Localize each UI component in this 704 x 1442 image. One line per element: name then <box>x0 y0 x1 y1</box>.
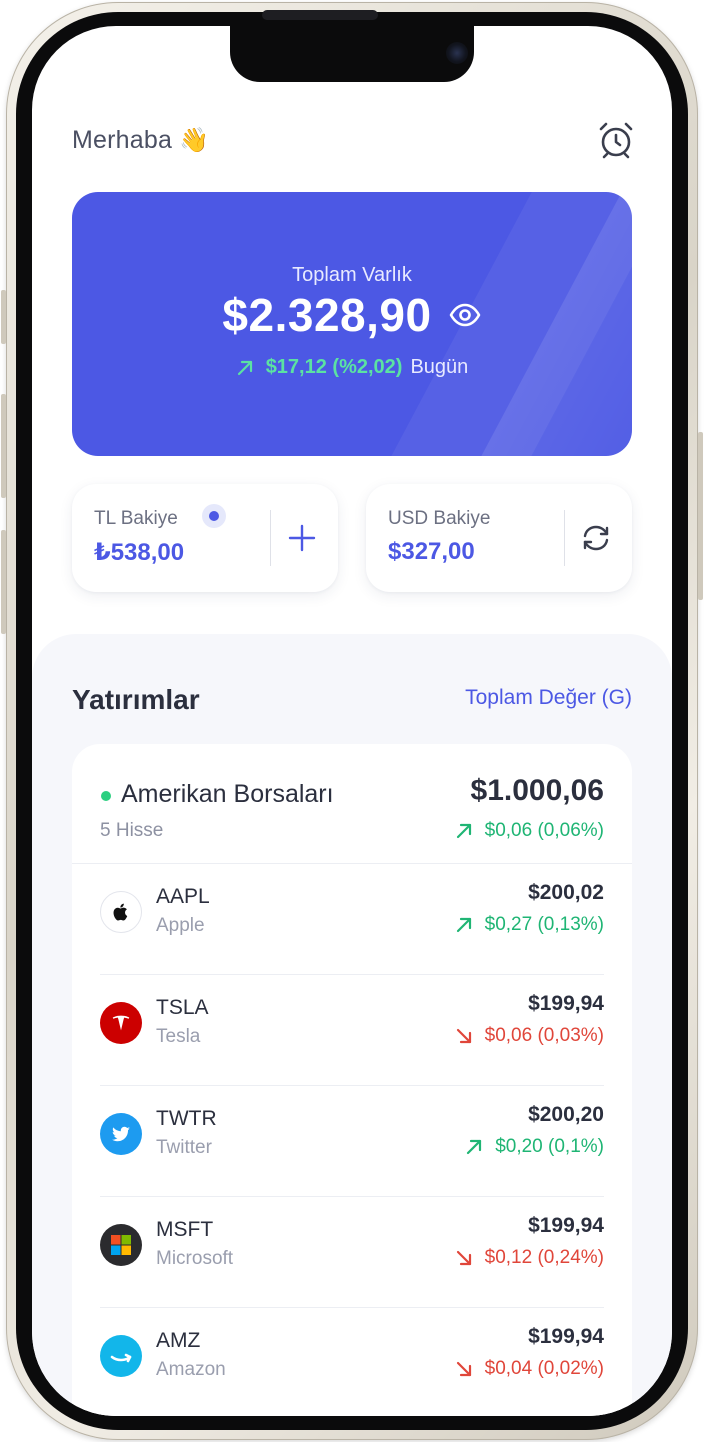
stock-change-value: $0,12 (0,24%) <box>484 1247 604 1268</box>
stock-symbol: AAPL <box>156 885 210 908</box>
divider <box>564 510 565 566</box>
stock-price: $200,02 <box>528 881 604 904</box>
arrow-down-right-icon <box>456 1250 471 1266</box>
notch <box>230 26 474 82</box>
investments-list: Amerikan Borsaları 5 Hisse $1.000,06 $0,… <box>72 744 632 1416</box>
stock-name: Tesla <box>156 1026 201 1047</box>
investments-title: Yatırımlar <box>72 684 200 715</box>
arrow-down-right-icon <box>456 1028 471 1044</box>
arrow-up-right-icon <box>456 823 471 839</box>
stock-price: $199,94 <box>528 1325 604 1348</box>
volume-down-button <box>1 530 6 634</box>
stock-row-tsla[interactable]: TSLA Tesla $199,94 $0,06 (0,03%) <box>100 975 604 1086</box>
stock-price: $199,94 <box>528 992 604 1015</box>
market-status-dot <box>101 791 111 801</box>
stock-price: $199,94 <box>528 1214 604 1237</box>
stock-change-value: $0,04 (0,02%) <box>484 1358 604 1379</box>
market-group-count: 5 Hisse <box>100 820 164 841</box>
stock-change: $0,27 (0,13%) <box>455 914 604 936</box>
tl-balance-value: ₺538,00 <box>94 539 185 566</box>
stock-name: Microsoft <box>156 1248 234 1269</box>
stock-price: $200,20 <box>528 1103 604 1126</box>
usd-balance-label: USD Bakiye <box>388 508 491 529</box>
stock-row-twtr[interactable]: TWTR Twitter $200,20 $0,20 (0,1%) <box>100 1086 604 1197</box>
market-group-total: $1.000,06 <box>470 774 604 807</box>
usd-balance-card[interactable]: USD Bakiye $327,00 <box>366 484 632 592</box>
amazon-logo-icon <box>100 1335 142 1377</box>
front-camera <box>446 42 468 64</box>
volume-up-button <box>1 394 6 498</box>
market-group-header[interactable]: Amerikan Borsaları 5 Hisse $1.000,06 $0,… <box>72 744 632 864</box>
investments-section: Yatırımlar Toplam Değer (G) Amerikan Bor… <box>32 634 672 1416</box>
power-button <box>698 432 703 600</box>
stock-change: $0,04 (0,02%) <box>455 1358 604 1380</box>
microsoft-logo-icon <box>100 1224 142 1266</box>
earpiece-speaker <box>262 10 378 20</box>
apple-logo-icon <box>100 891 142 933</box>
arrow-up-right-icon <box>467 1139 482 1155</box>
stock-symbol: TWTR <box>156 1107 217 1130</box>
total-assets-card: Toplam Varlık $2.328,90 $17,12 (%2,02) B… <box>72 192 632 456</box>
usd-balance-value: $327,00 <box>388 538 475 565</box>
tl-balance-card[interactable]: TL Bakiye ₺538,00 <box>72 484 338 592</box>
market-group-change: $0,06 (0,06%) <box>455 820 604 842</box>
stock-change-value: $0,27 (0,13%) <box>484 914 604 935</box>
arrow-up-right-icon <box>456 917 471 933</box>
stock-name: Amazon <box>156 1359 226 1380</box>
stock-change: $0,06 (0,03%) <box>455 1025 604 1047</box>
daily-change-period: Bugün <box>410 356 469 378</box>
stock-row-aapl[interactable]: AAPL Apple $200,02 $0,27 (0,13%) <box>100 864 604 975</box>
market-group-name: Amerikan Borsaları <box>121 780 334 808</box>
eye-icon[interactable] <box>448 298 482 332</box>
greeting-label: Merhaba <box>72 126 173 154</box>
tesla-logo-icon <box>100 1002 142 1044</box>
stock-name: Apple <box>156 915 205 936</box>
stock-symbol: AMZ <box>156 1329 201 1352</box>
total-assets-label: Toplam Varlık <box>292 264 412 286</box>
market-group-change-value: $0,06 (0,06%) <box>484 820 604 841</box>
arrow-up-right-icon <box>237 360 252 375</box>
app-screen: Merhaba 👋 Toplam Varlık $2.328,90 $17,12… <box>32 26 672 1416</box>
swap-icon[interactable] <box>578 520 614 556</box>
stock-change-value: $0,06 (0,03%) <box>484 1025 604 1046</box>
stock-change: $0,12 (0,24%) <box>455 1247 604 1269</box>
arrow-down-right-icon <box>456 1361 471 1377</box>
stock-name: Twitter <box>156 1137 212 1158</box>
stock-row-amz[interactable]: AMZ Amazon $199,94 $0,04 (0,02%) <box>100 1308 604 1416</box>
daily-change-row: $17,12 (%2,02) Bugün <box>72 356 632 379</box>
stock-symbol: MSFT <box>156 1218 214 1241</box>
waving-hand-emoji: 👋 <box>179 127 210 154</box>
stock-row-msft[interactable]: MSFT Microsoft $199,94 $0,12 (0,24%) <box>100 1197 604 1308</box>
twitter-logo-icon <box>100 1113 142 1155</box>
divider <box>270 510 271 566</box>
tl-default-indicator[interactable] <box>202 504 226 528</box>
alarm-clock-icon[interactable] <box>596 120 636 160</box>
total-value-filter[interactable]: Toplam Değer (G) <box>465 686 632 710</box>
total-assets-amount: $2.328,90 <box>222 289 432 341</box>
stock-change-value: $0,20 (0,1%) <box>495 1136 604 1157</box>
greeting-text: Merhaba 👋 <box>72 126 209 155</box>
plus-icon[interactable] <box>284 520 320 556</box>
tl-balance-label: TL Bakiye <box>94 508 178 529</box>
daily-change-value: $17,12 (%2,02) <box>265 356 403 378</box>
stock-change: $0,20 (0,1%) <box>465 1136 604 1158</box>
total-assets-row: $2.328,90 <box>72 288 632 342</box>
silent-switch <box>1 290 6 344</box>
stock-symbol: TSLA <box>156 996 209 1019</box>
